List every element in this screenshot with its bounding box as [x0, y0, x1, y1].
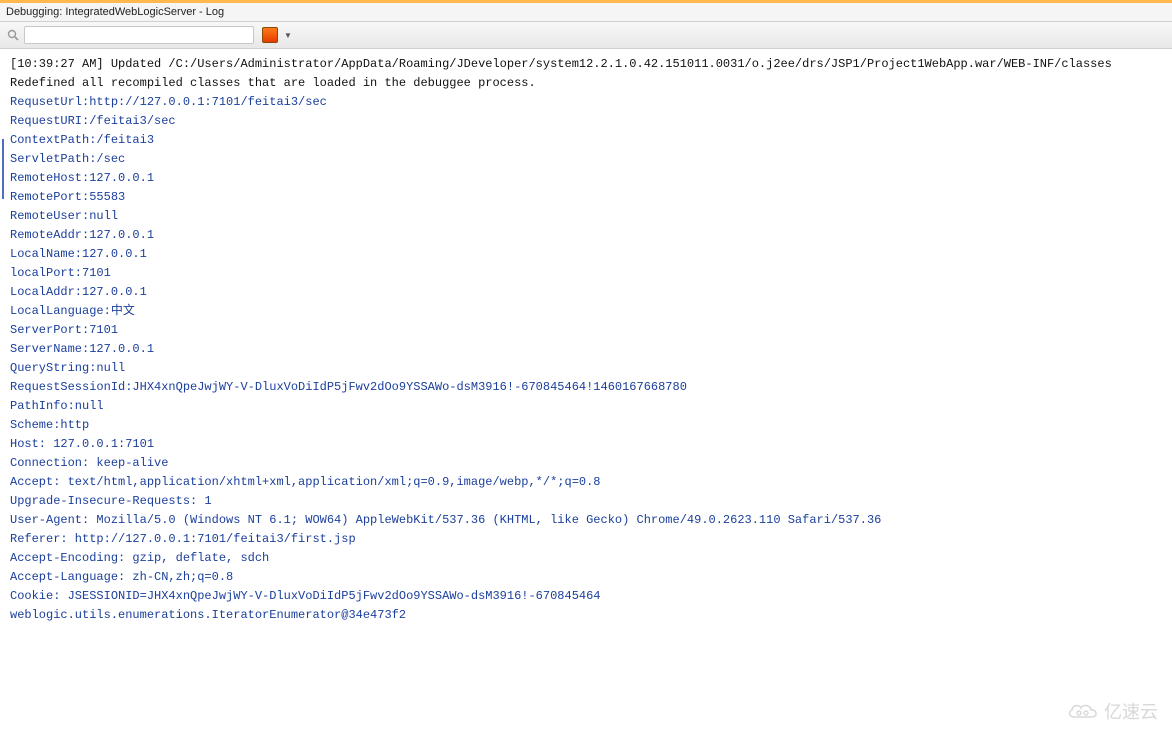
cloud-icon — [1066, 700, 1100, 722]
log-line: RequestURI:/feitai3/sec — [10, 112, 1166, 131]
log-line: ServletPath:/sec — [10, 150, 1166, 169]
panel-title-row: Debugging: IntegratedWebLogicServer - Lo… — [0, 3, 1172, 22]
log-line: ContextPath:/feitai3 — [10, 131, 1166, 150]
log-line: ServerName:127.0.0.1 — [10, 340, 1166, 359]
log-line: RemoteUser:null — [10, 207, 1166, 226]
log-line: LocalName:127.0.0.1 — [10, 245, 1166, 264]
log-line: LocalAddr:127.0.0.1 — [10, 283, 1166, 302]
watermark: 亿速云 — [1066, 698, 1158, 724]
watermark-text: 亿速云 — [1104, 698, 1158, 724]
log-line: QueryString:null — [10, 359, 1166, 378]
log-line: RemotePort:55583 — [10, 188, 1166, 207]
log-line: Host: 127.0.0.1:7101 — [10, 435, 1166, 454]
log-line: RemoteHost:127.0.0.1 — [10, 169, 1166, 188]
stop-button[interactable] — [262, 27, 278, 43]
log-line: Connection: keep-alive — [10, 454, 1166, 473]
search-icon — [6, 28, 20, 42]
log-line: Accept-Encoding: gzip, deflate, sdch — [10, 549, 1166, 568]
log-line: Redefined all recompiled classes that ar… — [10, 74, 1166, 93]
stop-dropdown-icon[interactable]: ▼ — [284, 31, 292, 40]
log-line: ServerPort:7101 — [10, 321, 1166, 340]
log-line: Scheme:http — [10, 416, 1166, 435]
log-output[interactable]: [10:39:27 AM] Updated /C:/Users/Administ… — [0, 49, 1172, 631]
log-line: RequestSessionId:JHX4xnQpeJwjWY-V-DluxVo… — [10, 378, 1166, 397]
log-line: PathInfo:null — [10, 397, 1166, 416]
log-toolbar: ▼ — [0, 22, 1172, 49]
log-line: [10:39:27 AM] Updated /C:/Users/Administ… — [10, 55, 1166, 74]
log-line: RemoteAddr:127.0.0.1 — [10, 226, 1166, 245]
log-line: Accept-Language: zh-CN,zh;q=0.8 — [10, 568, 1166, 587]
log-line: weblogic.utils.enumerations.IteratorEnum… — [10, 606, 1166, 625]
log-line: Cookie: JSESSIONID=JHX4xnQpeJwjWY-V-Dlux… — [10, 587, 1166, 606]
log-line: RequsetUrl:http://127.0.0.1:7101/feitai3… — [10, 93, 1166, 112]
log-line: localPort:7101 — [10, 264, 1166, 283]
log-line: Accept: text/html,application/xhtml+xml,… — [10, 473, 1166, 492]
log-line: Referer: http://127.0.0.1:7101/feitai3/f… — [10, 530, 1166, 549]
panel-title: Debugging: IntegratedWebLogicServer - Lo… — [6, 6, 224, 18]
log-line: Upgrade-Insecure-Requests: 1 — [10, 492, 1166, 511]
gutter-marker — [2, 139, 4, 199]
search-input[interactable] — [24, 26, 254, 44]
log-line: LocalLanguage:中文 — [10, 302, 1166, 321]
log-line: User-Agent: Mozilla/5.0 (Windows NT 6.1;… — [10, 511, 1166, 530]
gutter — [0, 45, 4, 725]
